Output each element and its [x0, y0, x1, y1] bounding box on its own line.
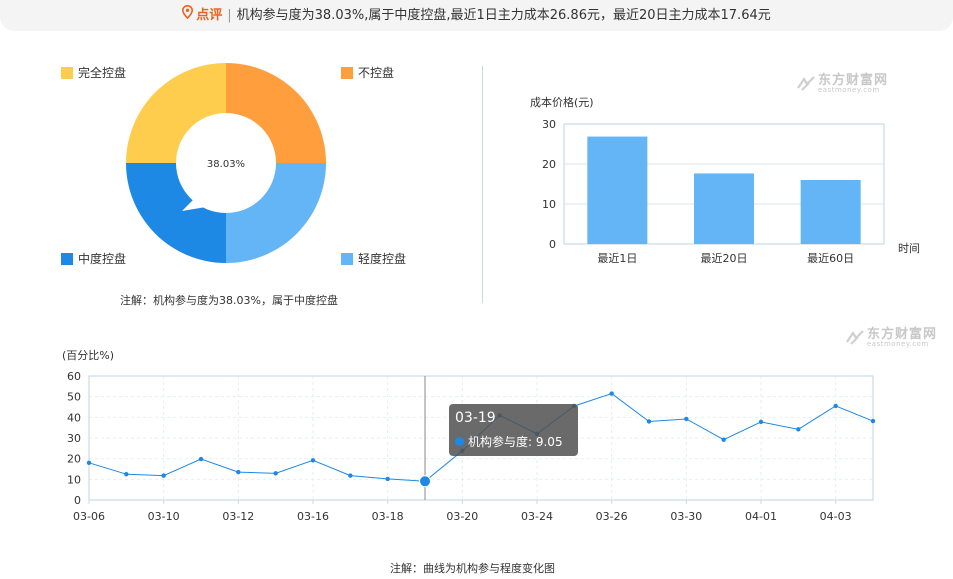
tooltip-row: 机构参与度: 9.05: [455, 433, 563, 450]
line-point: [86, 460, 92, 465]
review-text: 机构参与度为38.03%,属于中度控盘,最近1日主力成本26.86元，最近20日…: [236, 8, 771, 23]
legend-swatch: [61, 66, 73, 79]
tooltip-series-dot: [455, 437, 464, 446]
line-point: [609, 391, 614, 396]
line-xtick-label: 03-26: [596, 510, 628, 523]
bar-xlabel: 时间: [898, 242, 920, 255]
line-xtick-label: 03-12: [222, 510, 254, 523]
line-ytick-label: 40: [67, 411, 81, 424]
line-note: 注解：曲线为机构参与程度变化图: [390, 562, 555, 575]
legend-label: 中度控盘: [78, 252, 127, 266]
location-pin-icon: [182, 0, 194, 31]
line-xtick-label: 04-01: [745, 510, 777, 523]
section-divider: [482, 66, 483, 303]
review-header: 点评 | 机构参与度为38.03%,属于中度控盘,最近1日主力成本26.86元，最近…: [0, 0, 953, 31]
line-point: [124, 471, 129, 477]
line-highlight-point: [419, 475, 431, 488]
line-point: [273, 471, 278, 476]
line-xtick-label: 04-03: [820, 510, 852, 523]
line-xtick-label: 03-18: [372, 510, 404, 523]
bar: [800, 180, 861, 244]
line-point: [310, 458, 316, 463]
bar: [587, 136, 648, 244]
line-ytick-label: 20: [67, 453, 81, 466]
bar-category-label: 最近1日: [597, 252, 637, 265]
bar-ytick-label: 0: [549, 238, 556, 251]
cost-bar-chart: 成本价格(元) 0 10 20 30 最近1日 最近20日 最近60日 时间: [530, 95, 920, 265]
bar-ytick-label: 10: [542, 198, 556, 211]
line-xtick-label: 03-06: [73, 510, 105, 523]
bar-ytick-label: 30: [542, 118, 556, 131]
line-point: [198, 456, 204, 462]
bar-category-label: 最近20日: [701, 252, 748, 265]
line-point: [236, 469, 241, 475]
pie-note: 注解：机构参与度为38.03%，属于中度控盘: [120, 294, 338, 307]
line-point: [721, 437, 726, 442]
header-separator: |: [227, 8, 232, 23]
tooltip-value: 机构参与度: 9.05: [468, 435, 563, 449]
bar-ylabel: 成本价格(元): [530, 95, 594, 109]
line-xtick-label: 03-30: [670, 510, 702, 523]
line-point: [870, 418, 876, 424]
line-point: [646, 419, 652, 424]
line-ytick-label: 60: [67, 370, 81, 383]
line-point: [385, 476, 390, 482]
legend-label: 不控盘: [358, 66, 395, 80]
legend-no-control: 不控盘: [341, 64, 394, 81]
line-point: [758, 419, 764, 425]
donut-center-label: 38.03%: [207, 159, 245, 170]
legend-light-control: 轻度控盘: [341, 250, 406, 267]
legend-medium-control: 中度控盘: [61, 250, 126, 267]
line-point: [348, 473, 353, 478]
legend-swatch: [341, 66, 353, 79]
legend-label: 轻度控盘: [358, 252, 407, 266]
legend-full-control: 完全控盘: [61, 64, 126, 81]
tooltip-date: 03-19: [455, 410, 496, 426]
legend-swatch: [61, 252, 73, 265]
line-ylabel: (百分比%): [62, 349, 114, 362]
line-point: [833, 403, 838, 409]
line-xtick-label: 03-10: [148, 510, 180, 523]
review-tag: 点评: [196, 8, 223, 23]
line-xtick-label: 03-16: [297, 510, 329, 523]
bar: [694, 173, 754, 244]
line-ytick-label: 0: [74, 494, 81, 507]
bar-ytick-label: 20: [542, 158, 556, 171]
line-tooltip: 03-19 机构参与度: 9.05: [449, 404, 578, 456]
legend-swatch: [341, 252, 353, 265]
line-point: [161, 473, 166, 478]
bar-category-label: 最近60日: [807, 252, 854, 265]
line-xtick-label: 03-24: [521, 510, 553, 523]
line-ytick-label: 30: [67, 432, 81, 445]
line-ytick-label: 10: [67, 473, 81, 486]
line-xtick-label: 03-20: [446, 510, 478, 523]
legend-label: 完全控盘: [78, 66, 127, 80]
line-point: [684, 416, 689, 422]
line-ytick-label: 50: [67, 391, 81, 404]
line-point: [796, 427, 801, 432]
